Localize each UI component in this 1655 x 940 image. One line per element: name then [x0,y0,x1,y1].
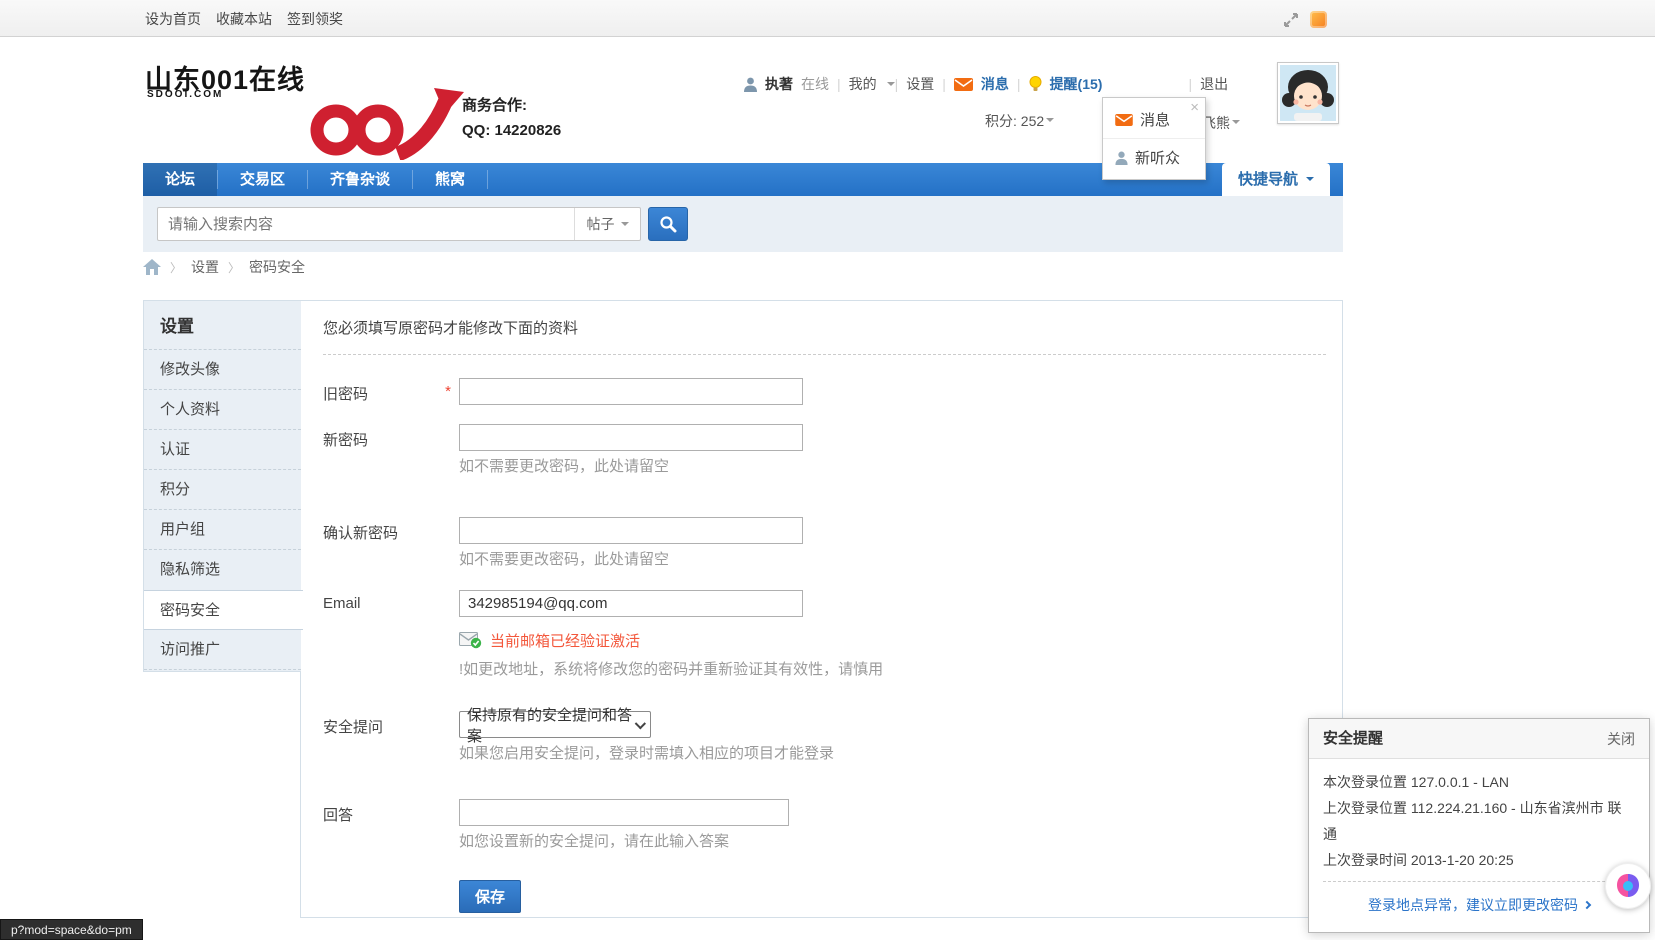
answer-input[interactable] [459,799,789,826]
home-icon[interactable] [143,259,161,276]
answer-label: 回答 [323,799,459,825]
change-password-link[interactable]: 登录地点异常，建议立即更改密码 [1323,890,1635,922]
close-icon[interactable]: × [1190,99,1199,116]
messages-link[interactable]: 消息 [981,74,1009,94]
user-toolbar: 执著 在线 | 我的 | 设置 | 消息 | 提醒(15) | 退出 [744,74,1236,94]
mail-icon [954,78,973,91]
online-status: 在线 [801,74,829,94]
email-verified-text: 当前邮箱已经验证激活 [490,630,640,651]
answer-hint: 如您设置新的安全提问，请在此输入答案 [459,833,1326,851]
user-icon [1115,151,1128,165]
nav-tab-bear-den[interactable]: 熊窝 [413,163,487,196]
business-cooperation-text: 商务合作: QQ: 14220826 [462,93,561,143]
save-button[interactable]: 保存 [459,880,521,913]
breadcrumb: 〉 设置 〉 密码安全 [143,257,305,277]
signin-reward-link[interactable]: 签到领奖 [287,9,343,29]
my-menu[interactable]: 我的 [849,74,877,94]
sidebar-item-points[interactable]: 积分 [144,470,301,510]
search-icon [659,215,677,233]
sidebar-item-avatar[interactable]: 修改头像 [144,350,301,390]
set-homepage-link[interactable]: 设为首页 [145,9,201,29]
sidebar-title: 设置 [144,301,301,350]
caret-down-icon [621,222,629,230]
confirm-password-input[interactable] [459,517,803,544]
chevron-down-icon [635,718,646,729]
caret-down-icon [1046,118,1054,126]
expand-arrows-icon[interactable] [1283,12,1299,28]
mail-icon [1115,114,1133,126]
search-box: 帖子 [157,207,641,241]
partner-link[interactable]: 飞熊 [1202,113,1240,133]
alerts-link[interactable]: 提醒(15) [1050,74,1103,94]
old-password-label: 旧密码 * [323,378,459,404]
last-login-location: 上次登录位置 112.224.21.160 - 山东省滨州市 联通 [1323,795,1635,847]
status-url-tooltip: p?mod=space&do=pm [0,919,143,940]
sidebar-item-usergroup[interactable]: 用户组 [144,510,301,550]
username[interactable]: 执著 [765,74,793,94]
search-button[interactable] [648,207,688,241]
breadcrumb-password-security[interactable]: 密码安全 [249,257,305,277]
required-mark: * [445,383,451,404]
current-login-location: 本次登录位置 127.0.0.1 - LAN [1323,769,1635,795]
new-password-hint: 如不需要更改密码，此处请留空 [459,458,1326,476]
nav-tab-forum[interactable]: 论坛 [143,163,217,196]
settings-link[interactable]: 设置 [906,74,934,94]
caret-down-icon [1232,120,1240,128]
sidebar-item-privacy[interactable]: 隐私筛选 [144,550,301,590]
sidebar-item-profile[interactable]: 个人资料 [144,390,301,430]
envelope-verified-icon [459,632,482,649]
settings-sidebar: 设置 修改头像 个人资料 认证 积分 用户组 隐私筛选 密码安全 访问推广 [143,300,301,672]
topbar-links: 设为首页 收藏本站 签到领奖 [145,9,343,29]
extension-app-icon[interactable] [1310,11,1327,28]
email-verified-row: 当前邮箱已经验证激活 [459,630,1326,651]
search-input[interactable] [158,208,574,240]
sidebar-item-password-security[interactable]: 密码安全 [144,590,303,630]
security-panel-title: 安全提醒 [1323,719,1383,758]
confirm-password-label: 确认新密码 [323,517,459,543]
points-display[interactable]: 积分: 252 [985,111,1054,131]
badge-icon [1613,871,1643,901]
sidebar-item-verification[interactable]: 认证 [144,430,301,470]
site-header: 山东001在线 SDOOI.COM 商务合作: QQ: 14220826 执著 … [0,38,1655,163]
breadcrumb-settings[interactable]: 设置 [191,257,219,277]
browser-top-bar: 设为首页 收藏本站 签到领奖 [0,0,1655,37]
new-password-label: 新密码 [323,424,459,450]
email-input[interactable] [459,590,803,617]
confirm-password-hint: 如不需要更改密码，此处请留空 [459,551,1326,569]
search-scope-select[interactable]: 帖子 [574,208,640,240]
chevron-right-icon [1583,901,1591,909]
security-question-label: 安全提问 [323,711,459,737]
quick-nav-button[interactable]: 快捷导航 [1222,163,1330,196]
user-icon [744,77,757,92]
dropdown-item-new-followers[interactable]: 新听众 [1103,138,1205,176]
new-password-input[interactable] [459,424,803,451]
avatar-image [1280,65,1336,121]
notification-dropdown: × 消息 新听众 [1102,97,1206,180]
security-question-hint: 如果您启用安全提问，登录时需填入相应的项目才能登录 [459,745,1326,763]
old-password-input[interactable] [459,378,803,405]
bookmark-site-link[interactable]: 收藏本站 [216,9,272,29]
avatar[interactable] [1277,62,1339,124]
security-alert-panel: 安全提醒 关闭 本次登录位置 127.0.0.1 - LAN 上次登录位置 11… [1308,718,1650,933]
site-logo-domain: SDOOI.COM [147,89,223,100]
floating-badge[interactable] [1605,863,1651,909]
password-security-panel: 您必须填写原密码才能修改下面的资料 旧密码 * 新密码 如不需要更改密码，此处请… [300,300,1343,918]
email-warning: !如更改地址，系统将修改您的密码并重新验证其有效性，请慎用 [459,661,1326,679]
security-question-select[interactable]: 保持原有的安全提问和答案 [459,711,651,738]
bulb-icon [1029,76,1042,92]
caret-down-icon [887,82,895,90]
caret-down-icon [1306,177,1314,185]
security-panel-close[interactable]: 关闭 [1607,719,1635,758]
last-login-time: 上次登录时间 2013-1-20 20:25 [1323,847,1635,873]
logo-001-mark-icon [298,86,468,160]
search-band: 帖子 [143,196,1343,252]
sidebar-item-promotion[interactable]: 访问推广 [144,630,301,670]
email-label: Email [323,590,459,612]
nav-tab-trade[interactable]: 交易区 [218,163,307,196]
nav-tab-qilu-talk[interactable]: 齐鲁杂谈 [308,163,412,196]
logout-link[interactable]: 退出 [1200,74,1228,94]
form-notice: 您必须填写原密码才能修改下面的资料 [323,319,1326,339]
